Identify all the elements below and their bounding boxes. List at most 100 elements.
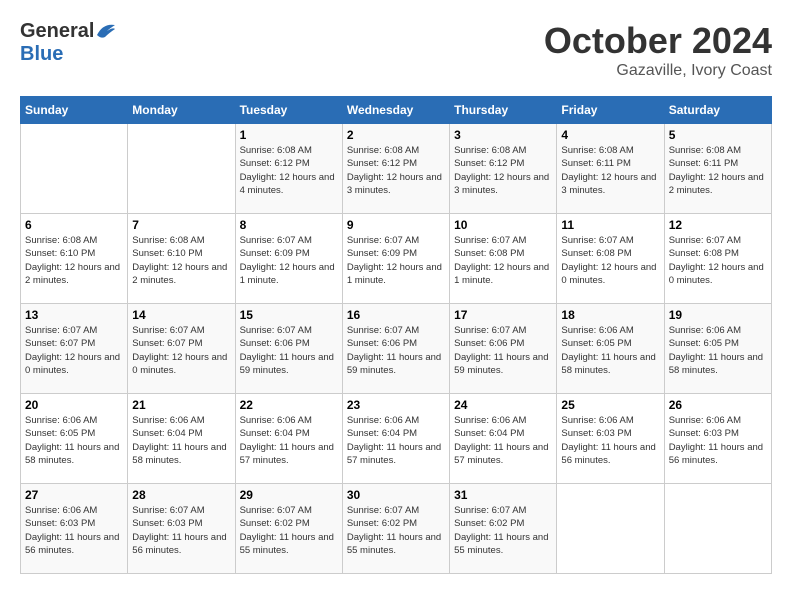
day-number: 16 [347,308,445,322]
day-number: 19 [669,308,767,322]
day-cell: 29 Sunrise: 6:07 AM Sunset: 6:02 PM Dayli… [235,484,342,574]
day-cell: 24Sunrise: 6:06 AM Sunset: 6:04 PM Dayli… [450,394,557,484]
day-number: 15 [240,308,338,322]
day-info: Sunrise: 6:06 AM Sunset: 6:04 PM Dayligh… [454,414,552,467]
day-info: Sunrise: 6:07 AM Sunset: 6:08 PM Dayligh… [454,234,552,287]
day-number: 25 [561,398,659,412]
day-number: 11 [561,218,659,232]
day-number: 20 [25,398,123,412]
page-header: General Blue October 2024 Gazaville, Ivo… [20,20,772,80]
title-area: October 2024 Gazaville, Ivory Coast [544,20,772,80]
day-info: Sunrise: 6:06 AM Sunset: 6:04 PM Dayligh… [240,414,338,467]
day-cell: 2 Sunrise: 6:08 AM Sunset: 6:12 PM Daylig… [342,124,449,214]
day-cell: 16 Sunrise: 6:07 AM Sunset: 6:06 PM Dayli… [342,304,449,394]
day-cell: 17 Sunrise: 6:07 AM Sunset: 6:06 PM Dayli… [450,304,557,394]
day-info: Sunrise: 6:07 AM Sunset: 6:03 PM Dayligh… [132,504,230,557]
day-cell: 12 Sunrise: 6:07 AM Sunset: 6:08 PM Dayli… [664,214,771,304]
day-number: 12 [669,218,767,232]
day-number: 14 [132,308,230,322]
week-row-2: 6 Sunrise: 6:08 AM Sunset: 6:10 PM Daylig… [21,214,772,304]
day-info: Sunrise: 6:08 AM Sunset: 6:10 PM Dayligh… [25,234,123,287]
day-number: 30 [347,488,445,502]
day-cell: 27 Sunrise: 6:06 AM Sunset: 6:03 PM Dayli… [21,484,128,574]
day-cell: 14 Sunrise: 6:07 AM Sunset: 6:07 PM Dayli… [128,304,235,394]
header-tuesday: Tuesday [235,97,342,124]
day-number: 4 [561,128,659,142]
day-info: Sunrise: 6:07 AM Sunset: 6:08 PM Dayligh… [669,234,767,287]
calendar-table: SundayMondayTuesdayWednesdayThursdayFrid… [20,96,772,574]
day-cell [557,484,664,574]
day-info: Sunrise: 6:08 AM Sunset: 6:11 PM Dayligh… [561,144,659,197]
day-number: 21 [132,398,230,412]
day-number: 29 [240,488,338,502]
day-number: 9 [347,218,445,232]
day-cell: 9 Sunrise: 6:07 AM Sunset: 6:09 PM Daylig… [342,214,449,304]
day-info: Sunrise: 6:07 AM Sunset: 6:07 PM Dayligh… [25,324,123,377]
day-info: Sunrise: 6:07 AM Sunset: 6:02 PM Dayligh… [454,504,552,557]
day-number: 18 [561,308,659,322]
header-wednesday: Wednesday [342,97,449,124]
day-number: 13 [25,308,123,322]
day-number: 10 [454,218,552,232]
day-cell: 3Sunrise: 6:08 AM Sunset: 6:12 PM Daylig… [450,124,557,214]
day-cell: 31 Sunrise: 6:07 AM Sunset: 6:02 PM Dayli… [450,484,557,574]
day-cell: 5 Sunrise: 6:08 AM Sunset: 6:11 PM Daylig… [664,124,771,214]
day-info: Sunrise: 6:07 AM Sunset: 6:06 PM Dayligh… [347,324,445,377]
day-cell [664,484,771,574]
day-cell: 11 Sunrise: 6:07 AM Sunset: 6:08 PM Dayli… [557,214,664,304]
day-info: Sunrise: 6:06 AM Sunset: 6:04 PM Dayligh… [347,414,445,467]
day-cell: 23 Sunrise: 6:06 AM Sunset: 6:04 PM Dayli… [342,394,449,484]
day-info: Sunrise: 6:08 AM Sunset: 6:12 PM Dayligh… [347,144,445,197]
day-cell [128,124,235,214]
day-info: Sunrise: 6:07 AM Sunset: 6:06 PM Dayligh… [454,324,552,377]
day-info: Sunrise: 6:07 AM Sunset: 6:07 PM Dayligh… [132,324,230,377]
day-number: 31 [454,488,552,502]
day-cell: 7Sunrise: 6:08 AM Sunset: 6:10 PM Daylig… [128,214,235,304]
day-cell: 13 Sunrise: 6:07 AM Sunset: 6:07 PM Dayli… [21,304,128,394]
day-cell: 28 Sunrise: 6:07 AM Sunset: 6:03 PM Dayli… [128,484,235,574]
header-friday: Friday [557,97,664,124]
header-thursday: Thursday [450,97,557,124]
day-info: Sunrise: 6:07 AM Sunset: 6:06 PM Dayligh… [240,324,338,377]
day-cell: 10 Sunrise: 6:07 AM Sunset: 6:08 PM Dayli… [450,214,557,304]
day-cell: 20 Sunrise: 6:06 AM Sunset: 6:05 PM Dayli… [21,394,128,484]
day-number: 27 [25,488,123,502]
day-info: Sunrise: 6:07 AM Sunset: 6:08 PM Dayligh… [561,234,659,287]
day-info: Sunrise: 6:06 AM Sunset: 6:03 PM Dayligh… [669,414,767,467]
day-cell: 15 Sunrise: 6:07 AM Sunset: 6:06 PM Dayli… [235,304,342,394]
day-cell: 25 Sunrise: 6:06 AM Sunset: 6:03 PM Dayli… [557,394,664,484]
day-info: Sunrise: 6:07 AM Sunset: 6:09 PM Dayligh… [240,234,338,287]
day-info: Sunrise: 6:06 AM Sunset: 6:05 PM Dayligh… [25,414,123,467]
day-number: 3 [454,128,552,142]
calendar-header-row: SundayMondayTuesdayWednesdayThursdayFrid… [21,97,772,124]
day-info: Sunrise: 6:08 AM Sunset: 6:11 PM Dayligh… [669,144,767,197]
day-number: 6 [25,218,123,232]
day-cell: 19Sunrise: 6:06 AM Sunset: 6:05 PM Dayli… [664,304,771,394]
day-cell: 22 Sunrise: 6:06 AM Sunset: 6:04 PM Dayli… [235,394,342,484]
day-cell: 26 Sunrise: 6:06 AM Sunset: 6:03 PM Dayli… [664,394,771,484]
day-number: 26 [669,398,767,412]
day-info: Sunrise: 6:06 AM Sunset: 6:05 PM Dayligh… [561,324,659,377]
day-number: 7 [132,218,230,232]
logo-blue: Blue [20,43,117,66]
day-info: Sunrise: 6:07 AM Sunset: 6:09 PM Dayligh… [347,234,445,287]
day-number: 5 [669,128,767,142]
logo-bird-icon [95,21,117,39]
day-number: 22 [240,398,338,412]
day-info: Sunrise: 6:07 AM Sunset: 6:02 PM Dayligh… [347,504,445,557]
day-number: 28 [132,488,230,502]
day-number: 8 [240,218,338,232]
logo: General Blue [20,20,117,66]
day-cell: 30 Sunrise: 6:07 AM Sunset: 6:02 PM Dayli… [342,484,449,574]
day-number: 2 [347,128,445,142]
day-cell: 8 Sunrise: 6:07 AM Sunset: 6:09 PM Daylig… [235,214,342,304]
day-info: Sunrise: 6:06 AM Sunset: 6:03 PM Dayligh… [561,414,659,467]
day-number: 23 [347,398,445,412]
day-info: Sunrise: 6:07 AM Sunset: 6:02 PM Dayligh… [240,504,338,557]
day-number: 17 [454,308,552,322]
location-subtitle: Gazaville, Ivory Coast [544,62,772,80]
week-row-3: 13 Sunrise: 6:07 AM Sunset: 6:07 PM Dayli… [21,304,772,394]
day-info: Sunrise: 6:06 AM Sunset: 6:03 PM Dayligh… [25,504,123,557]
logo-general: General [20,20,94,43]
header-sunday: Sunday [21,97,128,124]
